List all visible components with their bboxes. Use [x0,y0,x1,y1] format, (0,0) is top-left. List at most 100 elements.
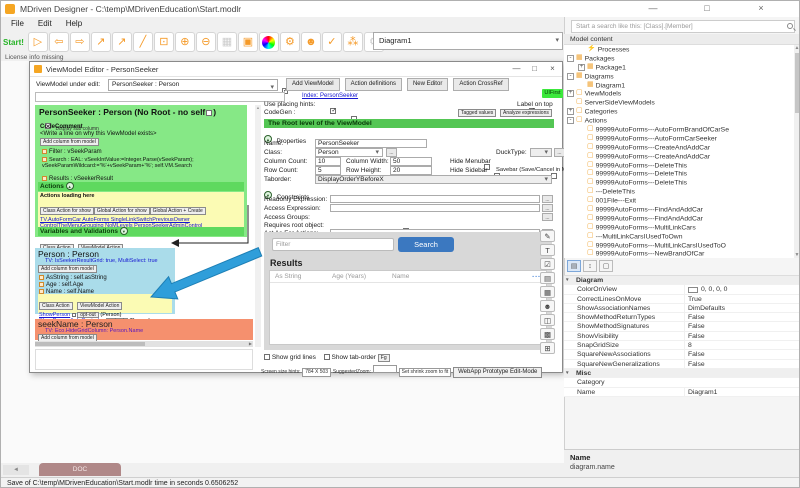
show-grid-lines-checkbox[interactable] [264,354,270,360]
tree-item[interactable]: ▢99999AutoForms---DeleteThis [564,169,794,178]
tree-item[interactable]: ▢99999AutoForms---AutoFormBrandOfCarSe [564,125,794,134]
pointer-alt-icon[interactable]: ↗ [112,32,132,52]
tree-scrollbar[interactable]: ▲ ▼ [794,45,800,258]
preview-filter-input[interactable] [272,238,394,251]
tree-expander[interactable]: + [578,64,585,71]
tree-item[interactable]: ▢99999AutoForms---DeleteThis [564,178,794,187]
show-tab-order-checkbox[interactable] [324,354,330,360]
tree-item[interactable]: -▦Packages [564,54,794,63]
tree-expander[interactable]: + [567,108,574,115]
validate-icon[interactable]: ✓ [322,32,342,52]
graph-icon[interactable]: ⁂ [343,32,363,52]
action-crossref-button[interactable]: Action CrossRef [453,78,508,91]
action-template-button[interactable]: Global Action + Create [150,207,206,215]
name-input[interactable]: PersonSeeker [315,139,427,148]
tab-scroll-left-button[interactable]: ◄ [3,465,29,475]
readonly-expression-input[interactable] [330,195,540,203]
Name[interactable]: Name Diagram1 [564,388,800,397]
menu-item[interactable]: Edit [38,17,52,30]
webapp-prototype-button[interactable]: WebApp Prototype Edit-Mode [453,367,542,378]
sort-alpha-icon[interactable]: ↕ [583,260,597,272]
tree-item[interactable]: ▢99999AutoForms---FindAndAddCar [564,205,794,214]
tagged-values-button[interactable]: Tagged values [458,109,496,117]
tree-item[interactable]: ▢99999AutoForms---MultiLinkCarsIUsedToO [564,241,794,250]
contact-icon[interactable]: ☻ [540,300,555,312]
set-shrink-zoom-button[interactable]: Set shrink zoom to fit [399,368,452,377]
tree-item[interactable]: ▦Diagram1 [564,81,794,90]
action-template-button[interactable]: Global Action for show [94,207,150,215]
class-ellipsis-button[interactable]: ... [386,148,397,157]
column-header[interactable]: As String [275,273,301,280]
left-horizontal-scrollbar[interactable]: ▶ [35,341,253,347]
ShowVisibility[interactable]: ShowVisibility False [564,332,800,341]
tree-item[interactable]: ▢001File---Exit [564,196,794,205]
presentation-icon[interactable]: ⊡ [154,32,174,52]
readonly-ellipsis-button[interactable]: ... [542,195,553,203]
action-template-button[interactable]: Class Action for show [40,207,94,215]
column-width-input[interactable]: 50 [390,157,432,166]
class-select[interactable]: Person▾ [315,148,383,157]
minimize-button[interactable]: — [639,1,667,16]
access-groups-ellipsis-button[interactable]: ... [542,213,553,221]
zoom-in-icon[interactable]: ⊕ [175,32,195,52]
tree-item[interactable]: ⚡Processes [564,45,794,54]
menu-item[interactable]: File [11,17,24,30]
tree-item[interactable]: ▢99999AutoForms---DeleteThis [564,161,794,170]
expand-icon[interactable]: ▼ [120,227,128,235]
analyze-expressions-button[interactable]: Analyze expressions [500,109,552,117]
viewmodel-action-button[interactable]: ViewModel Action [77,302,122,310]
image-icon[interactable]: ▩ [540,328,555,340]
pointer-icon[interactable]: ↗ [91,32,111,52]
preview-search-button[interactable]: Search [398,237,454,252]
tree-expander[interactable]: + [567,90,574,97]
Category[interactable]: Category [564,378,800,387]
Diagram[interactable]: ▾ Diagram [564,276,800,285]
no-self-checkbox[interactable] [206,110,212,116]
tree-item[interactable]: +▢Categories [564,107,794,116]
text-icon[interactable]: T [540,244,555,256]
editor-close-button[interactable]: × [544,62,561,76]
run-play-icon[interactable]: ▷ [28,32,48,52]
settings-gears-icon[interactable]: ⚙ [280,32,300,52]
ShowMethodReturnTypes[interactable]: ShowMethodReturnTypes False [564,313,800,322]
model-search-input[interactable]: Start a search like this: [Class].[Membe… [571,20,795,33]
link-control-icon[interactable]: ◫ [540,314,555,326]
attribute-row[interactable]: AsString : self.asString [39,275,107,282]
combobox-icon[interactable]: ▤ [540,272,555,284]
column-header[interactable]: Name [392,273,409,280]
use-placing-hints-checkbox[interactable] [330,108,336,114]
fg-button[interactable]: Fg [378,354,390,362]
tree-item[interactable]: ▢99999AutoForms---CreateAndAddCar [564,152,794,161]
grid-icon[interactable]: ▦ [540,286,555,298]
editor-minimize-button[interactable]: — [508,62,525,76]
add-column-button[interactable]: Add column from model [38,265,97,273]
doc-tab[interactable]: DOC [39,463,121,476]
column-count-input[interactable]: 10 [315,157,341,166]
ShowAssociationNames[interactable]: ShowAssociationNames DimDefaults [564,304,800,313]
property-pages-icon[interactable]: ▢ [599,260,613,272]
tree-item[interactable]: ▢ServerSideViewModels [564,98,794,107]
suggested-zoom-input[interactable] [373,365,397,373]
maximize-button[interactable]: □ [693,1,721,16]
menu-item[interactable]: Help [66,17,82,30]
user-icon[interactable]: ☻ [301,32,321,52]
access-expression-input[interactable] [330,204,540,212]
diagram-select[interactable]: Diagram1 ▾ [373,32,563,50]
tree-item[interactable]: -▢Actions [564,116,794,125]
row-height-input[interactable]: 20 [390,166,432,175]
SquareNewGeneralizations[interactable]: SquareNewGeneralizations False [564,360,800,369]
tree-expander[interactable]: - [567,55,574,62]
viewmodel-filter-input[interactable] [35,92,285,102]
editor-maximize-button[interactable]: □ [526,62,543,76]
categorized-icon[interactable]: ▤ [567,260,581,272]
tree-expander[interactable]: - [567,117,574,124]
tree-item[interactable]: ▢---DeleteThis [564,187,794,196]
tree-item[interactable]: ▢99999AutoForms---AutoFormCarSeeker [564,134,794,143]
tree-item[interactable]: ▢99999AutoForms---FindAndAddCar [564,214,794,223]
draw-line-icon[interactable]: ╱ [133,32,153,52]
access-expression-ellipsis-button[interactable]: ... [542,204,553,212]
viewmodel-under-edit-select[interactable]: PersonSeeker : Person ▾ [108,79,278,91]
taborder-select[interactable]: DisplayOrderYBeforeX▾ [315,175,552,184]
color-wheel-icon[interactable] [259,32,279,52]
nav-forward-icon[interactable]: ⇨ [70,32,90,52]
